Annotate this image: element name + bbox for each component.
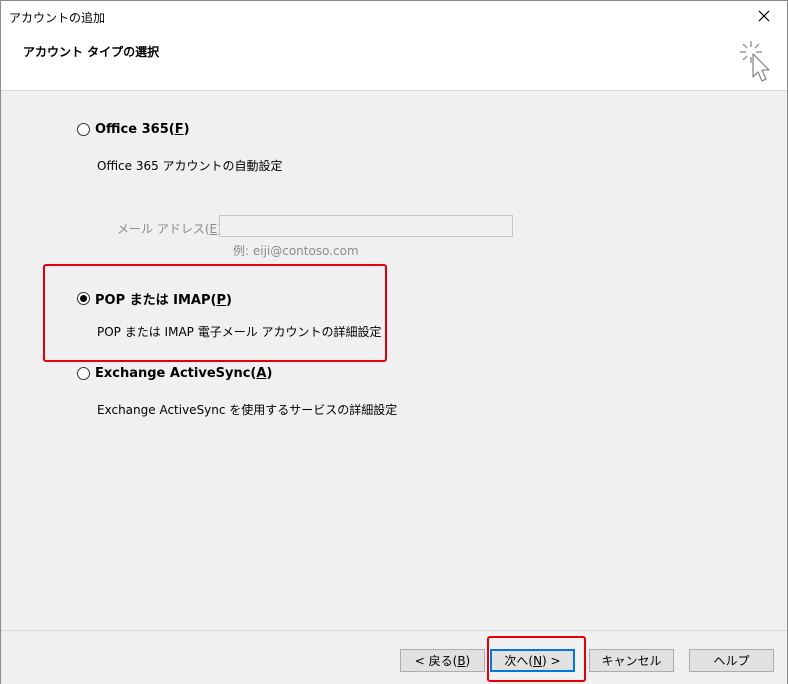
pop-imap-radio[interactable] xyxy=(77,292,90,305)
email-label: メール アドレス(E): xyxy=(117,222,226,236)
dialog-footer: < 戻る(B) 次へ(N) > キャンセル ヘルプ xyxy=(1,630,787,684)
pop-imap-description: POP または IMAP 電子メール アカウントの詳細設定 xyxy=(97,325,382,339)
office365-radio-option[interactable]: Office 365(F) xyxy=(77,122,190,137)
email-input[interactable] xyxy=(219,215,513,237)
dialog-content: Office 365(F) Office 365 アカウントの自動設定 メール … xyxy=(1,92,787,630)
office365-radio[interactable] xyxy=(77,123,90,136)
window-title: アカウントの追加 xyxy=(9,11,106,25)
pop-imap-label: POP または IMAP(P) xyxy=(95,293,232,308)
radio-selected-dot xyxy=(80,295,87,302)
exchange-activesync-radio[interactable] xyxy=(77,367,90,380)
email-example: 例: eiji@contoso.com xyxy=(233,244,359,258)
back-button[interactable]: < 戻る(B) xyxy=(400,649,485,672)
office365-label: Office 365(F) xyxy=(95,122,190,137)
close-button[interactable] xyxy=(741,1,787,31)
sparkle-cursor-icon xyxy=(740,41,770,82)
next-button[interactable]: 次へ(N) > xyxy=(490,649,575,672)
pop-imap-radio-option[interactable]: POP または IMAP(P) xyxy=(77,289,232,308)
cancel-button[interactable]: キャンセル xyxy=(589,649,674,672)
exchange-activesync-description: Exchange ActiveSync を使用するサービスの詳細設定 xyxy=(97,403,398,417)
add-account-dialog: アカウントの追加 アカウント タイプの選択 Office 365(F) Offi… xyxy=(0,0,788,684)
office365-description: Office 365 アカウントの自動設定 xyxy=(97,159,283,173)
exchange-activesync-label: Exchange ActiveSync(A) xyxy=(95,366,273,381)
exchange-activesync-radio-option[interactable]: Exchange ActiveSync(A) xyxy=(77,366,272,381)
close-icon xyxy=(758,10,770,22)
page-title: アカウント タイプの選択 xyxy=(23,45,160,59)
dialog-header: アカウント タイプの選択 xyxy=(1,31,787,91)
title-bar: アカウントの追加 xyxy=(1,1,787,31)
help-button[interactable]: ヘルプ xyxy=(689,649,774,672)
